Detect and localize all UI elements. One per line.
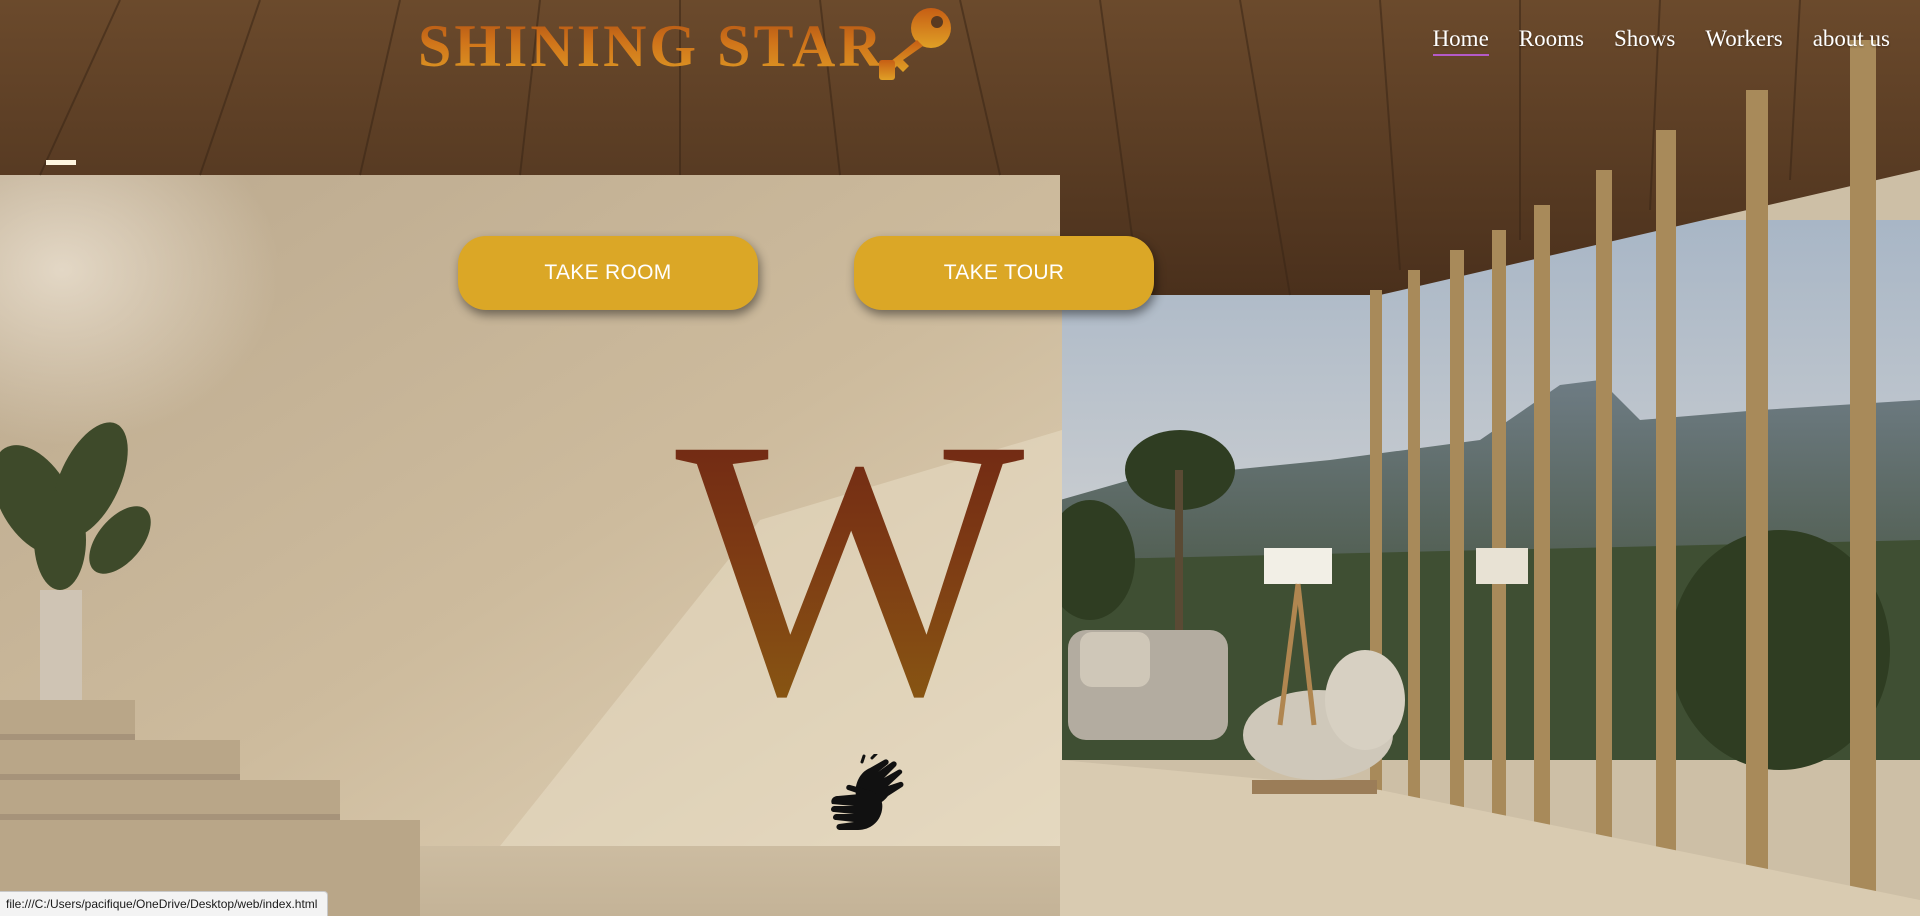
brand-logo[interactable]: SHINING STAR	[418, 8, 957, 84]
nav-rooms[interactable]: Rooms	[1519, 26, 1584, 56]
nav-about-us[interactable]: about us	[1813, 26, 1890, 56]
nav-workers[interactable]: Workers	[1705, 26, 1782, 56]
hero-letter: W	[660, 383, 1040, 753]
key-icon	[878, 8, 951, 80]
nav-home[interactable]: Home	[1432, 26, 1489, 56]
main-nav: Home Rooms Shows Workers about us	[1432, 26, 1890, 56]
browser-status-bar: file:///C:/Users/pacifique/OneDrive/Desk…	[0, 891, 329, 916]
take-tour-button[interactable]: TAKE TOUR	[854, 236, 1154, 310]
page: SHINING STAR Home Rooms Shows Workers ab…	[0, 0, 1920, 916]
nav-shows[interactable]: Shows	[1614, 26, 1675, 56]
status-url: file:///C:/Users/pacifique/OneDrive/Desk…	[6, 897, 318, 911]
brand-name: SHINING STAR	[418, 8, 885, 84]
take-room-button[interactable]: TAKE ROOM	[458, 236, 758, 310]
sign-language-hands-icon	[831, 754, 904, 830]
